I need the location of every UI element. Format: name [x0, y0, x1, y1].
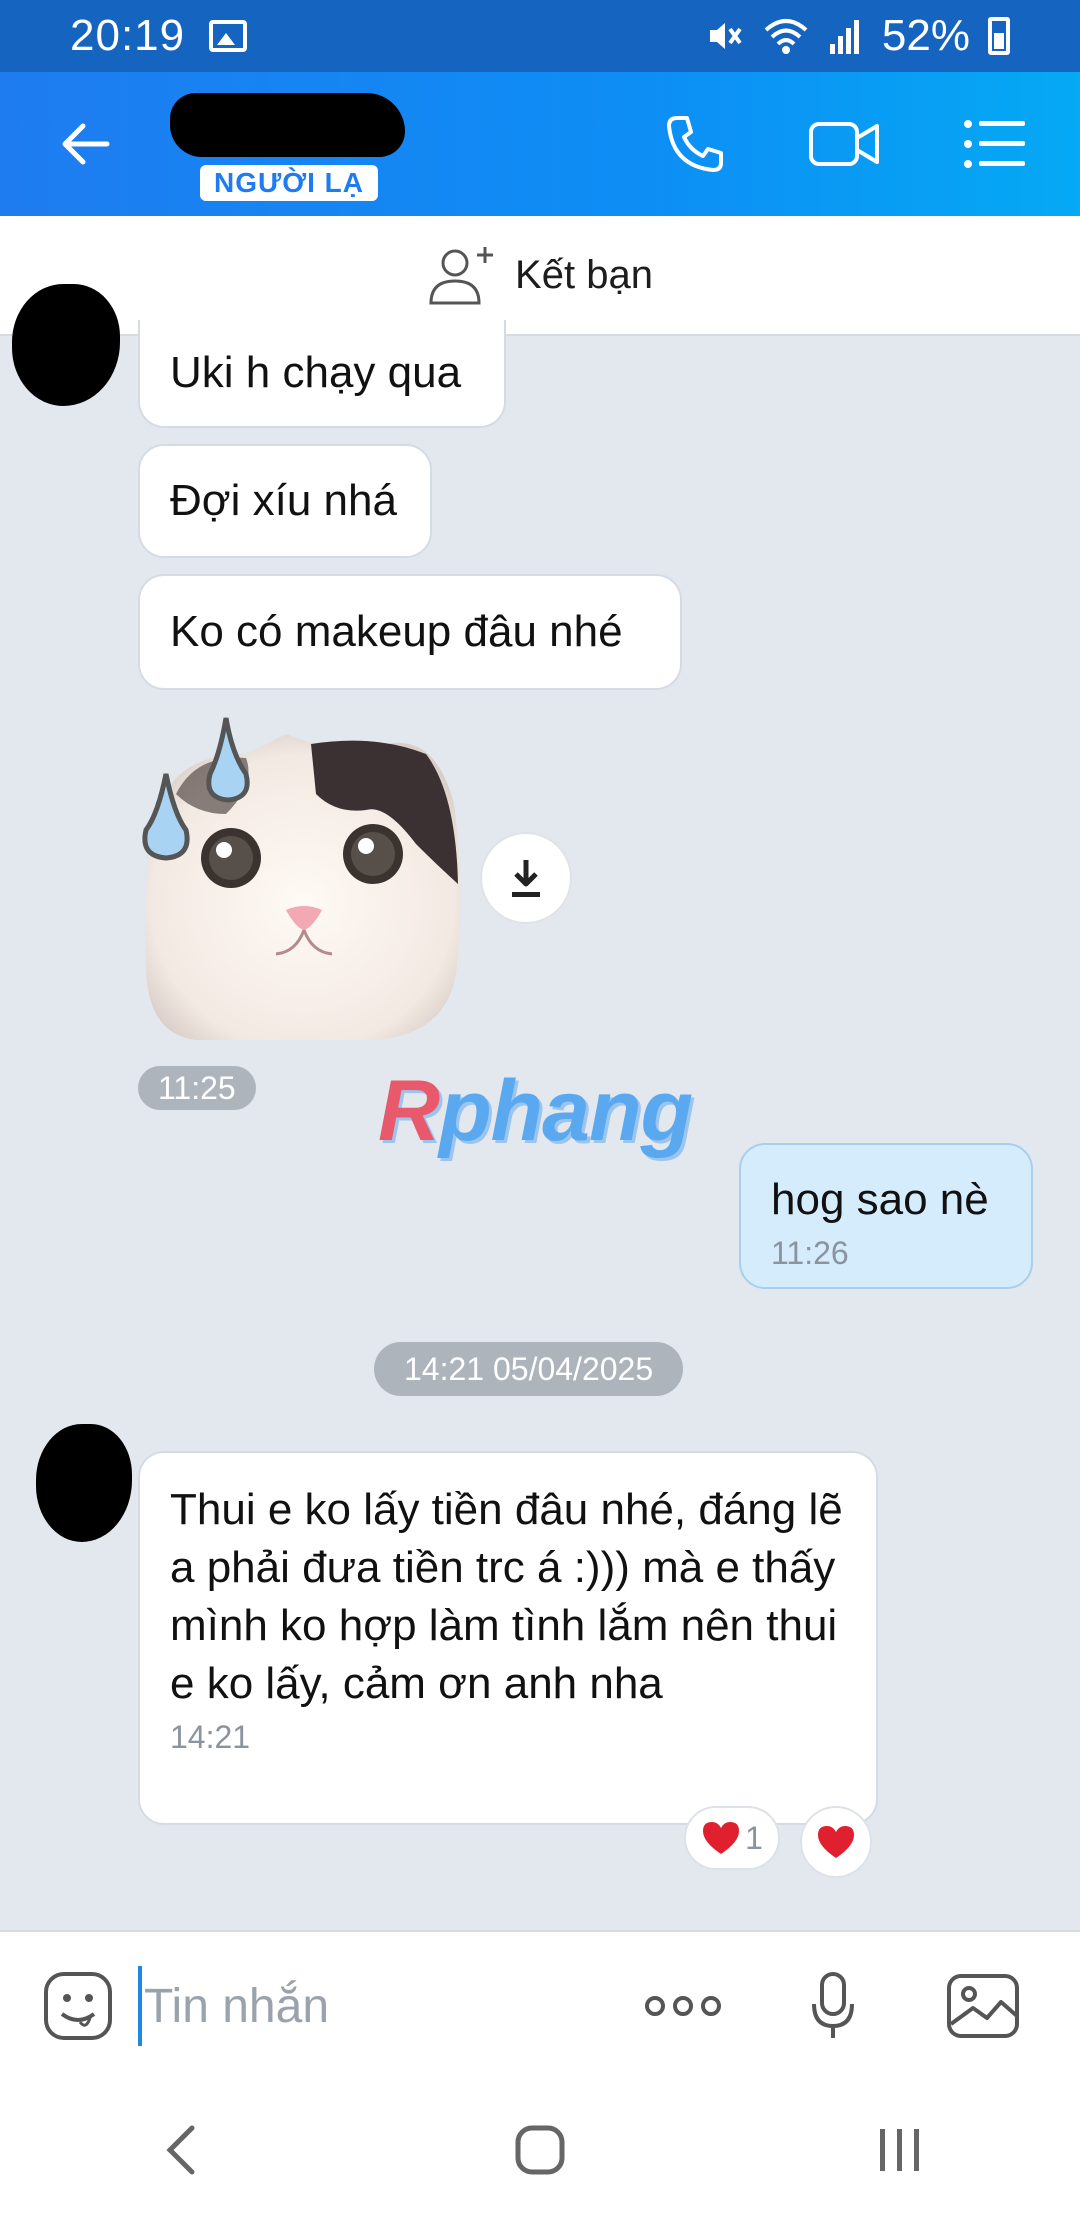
reaction-count: 1 [745, 1819, 763, 1856]
nav-recents-button[interactable] [840, 2100, 960, 2200]
wifi-icon [764, 19, 808, 54]
message-bubble-received[interactable]: Uki h chạy qua [138, 320, 506, 428]
microphone-icon [812, 1972, 854, 2038]
contact-info[interactable]: NGƯỜI LẠ [170, 89, 430, 201]
message-text: Ko có makeup đâu nhé [170, 607, 623, 656]
recents-icon [880, 2129, 919, 2171]
status-indicators: 52% [704, 11, 1010, 61]
sender-avatar[interactable] [12, 284, 120, 406]
message-input[interactable] [138, 1966, 618, 2046]
battery-percent: 52% [881, 11, 970, 60]
nav-home-button[interactable] [480, 2100, 600, 2200]
sticker-time-chip: 11:25 [138, 1066, 256, 1110]
message-text: hog sao nè [771, 1175, 989, 1224]
more-dots-icon [645, 1996, 721, 2016]
watermark-first-letter: R [378, 1063, 440, 1159]
send-image-button[interactable] [938, 1961, 1028, 2051]
emoji-icon [44, 1972, 112, 2040]
gallery-icon [209, 20, 248, 52]
date-separator: 14:21 05/04/2025 [374, 1342, 684, 1396]
stranger-badge: NGƯỜI LẠ [200, 165, 378, 201]
video-camera-icon [809, 122, 879, 166]
download-sticker-button[interactable] [480, 832, 572, 924]
status-time: 20:19 [70, 11, 186, 60]
mute-icon [709, 23, 742, 49]
status-bar: 20:19 52% [0, 0, 1080, 72]
chat-header: NGƯỜI LẠ [0, 72, 1080, 216]
header-actions [650, 99, 1040, 189]
heart-icon [818, 1826, 854, 1858]
nav-back-button[interactable] [120, 2100, 240, 2200]
more-options-button[interactable] [638, 1961, 728, 2051]
heart-icon [703, 1822, 740, 1854]
voice-message-button[interactable] [788, 1961, 878, 2051]
message-bubble-received[interactable]: Ko có makeup đâu nhé [138, 574, 682, 690]
back-arrow-icon [62, 123, 110, 165]
chevron-left-icon [166, 2125, 195, 2175]
message-bubble-received[interactable]: Đợi xíu nhá [138, 444, 432, 558]
reaction-summary[interactable]: 1 [684, 1806, 780, 1870]
cat-sticker[interactable] [136, 714, 472, 1044]
signal-icon [829, 20, 859, 54]
message-bubble-received[interactable]: Thui e ko lấy tiền đâu nhé, đáng lẽ a ph… [138, 1451, 878, 1825]
message-time: 14:21 [170, 1719, 251, 1755]
emoji-button[interactable] [38, 1966, 118, 2046]
download-icon [512, 860, 540, 897]
watermark: Rphang [378, 1062, 693, 1161]
add-friend-label: Kết bạn [515, 252, 653, 297]
message-text: Uki h chạy qua [170, 348, 462, 397]
contact-name-redacted [170, 93, 405, 157]
video-call-button[interactable] [800, 99, 890, 189]
list-menu-icon [964, 120, 1025, 168]
phone-icon [667, 116, 723, 172]
react-heart-button[interactable] [800, 1806, 872, 1878]
image-icon [947, 1974, 1019, 2038]
voice-call-button[interactable] [650, 99, 740, 189]
message-text: Đợi xíu nhá [170, 476, 397, 525]
sender-avatar[interactable] [36, 1424, 132, 1542]
chat-menu-button[interactable] [950, 99, 1040, 189]
message-text: Thui e ko lấy tiền đâu nhé, đáng lẽ a ph… [170, 1485, 843, 1708]
back-button[interactable] [40, 99, 130, 189]
watermark-rest: phang [439, 1063, 693, 1159]
chat-screen: 20:19 52% NGƯỜI LẠ Kết bạn Uki h chạy qu… [0, 0, 1080, 2220]
add-friend-button[interactable]: Kết bạn [0, 216, 1080, 336]
message-time: 11:26 [771, 1235, 849, 1271]
add-user-icon [429, 247, 494, 305]
message-input-bar [0, 1930, 1080, 2080]
message-bubble-sent[interactable]: hog sao nè 11:26 [739, 1143, 1033, 1289]
battery-icon [988, 17, 1010, 55]
home-square-icon [515, 2125, 565, 2175]
system-nav-bar [0, 2080, 1080, 2220]
